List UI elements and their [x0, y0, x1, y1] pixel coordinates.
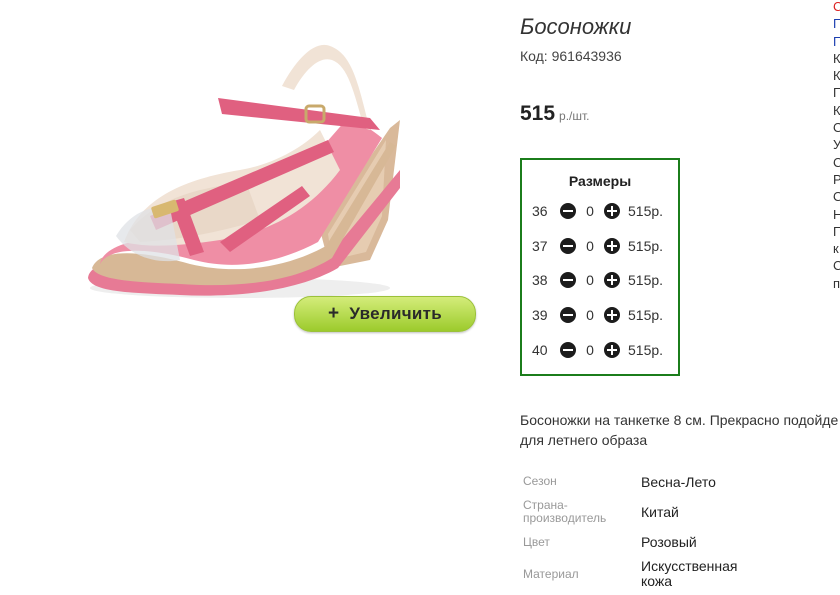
attr-value-season: Весна-Лето — [641, 474, 716, 490]
size-row: 40 0 515р. — [532, 339, 663, 361]
product-title: Босоножки — [520, 14, 632, 39]
right-link[interactable]: С — [833, 0, 840, 15]
size-row: 38 0 515р. — [532, 269, 663, 291]
right-text: О — [833, 120, 840, 136]
right-text: О — [833, 189, 840, 205]
product-description: Босоножки на танкетке 8 см. Прекрасно по… — [520, 412, 839, 448]
attr-label-material: Материал — [523, 567, 579, 581]
size-value: 36 — [532, 203, 548, 219]
attr-label-season: Сезон — [523, 474, 557, 488]
size-value: 38 — [532, 272, 548, 288]
size-price: 515р. — [628, 272, 664, 288]
right-text: С — [833, 258, 840, 274]
right-text: п — [833, 275, 840, 291]
sizes-box: Размеры 36 0 515р. 37 0 515р. 38 0 515р.… — [520, 158, 680, 376]
size-value: 37 — [532, 238, 548, 254]
size-row: 36 0 515р. — [532, 200, 663, 222]
size-value: 39 — [532, 307, 548, 323]
attr-value-color: Розовый — [641, 534, 697, 550]
price-value: 515 — [520, 102, 556, 125]
quantity-value: 0 — [586, 342, 594, 358]
right-text: К — [833, 68, 840, 84]
plus-icon[interactable] — [604, 203, 620, 219]
right-text: У — [833, 137, 840, 153]
product-code: Код: 961643936 — [520, 48, 622, 64]
right-text: к — [833, 241, 839, 257]
plus-icon[interactable] — [604, 307, 620, 323]
minus-icon[interactable] — [560, 342, 576, 358]
quantity-value: 0 — [586, 203, 594, 219]
right-text: П — [833, 85, 840, 101]
attr-value-country: Китай — [641, 504, 679, 520]
right-link[interactable]: П — [833, 33, 840, 50]
right-text: Р — [833, 171, 840, 187]
right-text: К — [833, 102, 840, 118]
size-price: 515р. — [628, 307, 664, 323]
attr-value-material: Искусственная кожа — [641, 558, 738, 589]
size-row: 37 0 515р. — [532, 235, 663, 257]
minus-icon[interactable] — [560, 203, 576, 219]
quantity-value: 0 — [586, 307, 594, 323]
minus-icon[interactable] — [560, 272, 576, 288]
minus-icon[interactable] — [560, 307, 576, 323]
attr-label-color: Цвет — [523, 535, 550, 549]
sizes-title: Размеры — [568, 173, 632, 189]
product-photo[interactable] — [70, 20, 410, 310]
plus-icon[interactable] — [604, 238, 620, 254]
plus-icon[interactable] — [604, 272, 620, 288]
product-price: 515 р./шт. — [520, 102, 590, 126]
quantity-value: 0 — [586, 272, 594, 288]
right-text: Н — [833, 206, 840, 222]
size-price: 515р. — [628, 238, 664, 254]
plus-icon: + — [327, 303, 340, 324]
size-value: 40 — [532, 342, 548, 358]
zoom-button[interactable]: + Увеличить — [294, 296, 476, 332]
size-price: 515р. — [628, 342, 664, 358]
attr-label-country: Страна-производитель — [523, 498, 607, 525]
right-link[interactable]: П — [833, 15, 840, 32]
size-price: 515р. — [628, 203, 664, 219]
plus-icon[interactable] — [604, 342, 620, 358]
right-text: С — [833, 154, 840, 170]
right-column-links: С П П К К П К О У С Р О Н П к С п — [833, 0, 840, 292]
price-unit: р./шт. — [559, 109, 590, 123]
right-text: П — [833, 223, 840, 239]
minus-icon[interactable] — [560, 238, 576, 254]
right-text: К — [833, 50, 840, 66]
quantity-value: 0 — [586, 238, 594, 254]
size-row: 39 0 515р. — [532, 304, 663, 326]
zoom-button-label: Увеличить — [349, 304, 443, 323]
